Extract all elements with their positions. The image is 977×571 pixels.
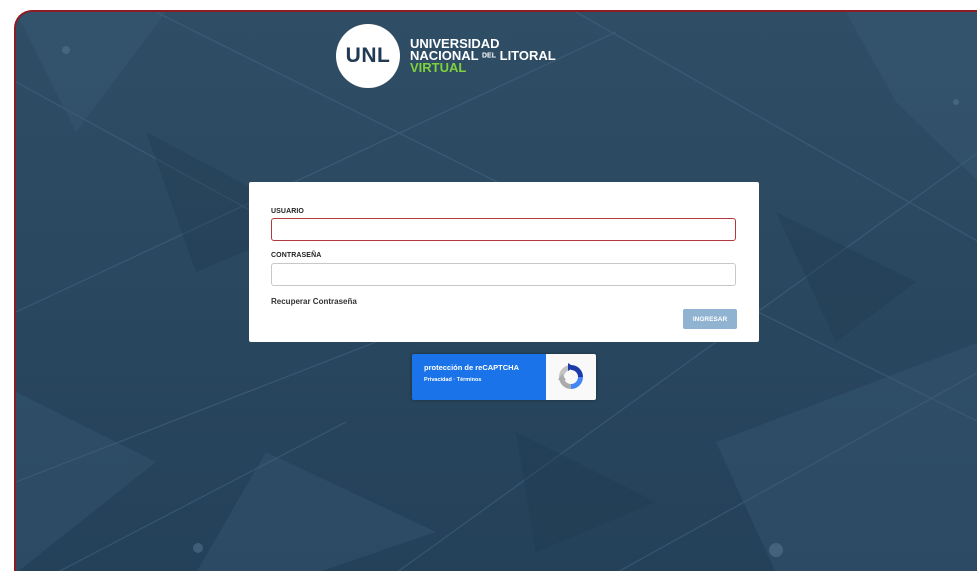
unl-logo: UNL [336,24,400,88]
recaptcha-text-panel: protección de reCAPTCHA Privacidad · Tér… [412,354,546,400]
recaptcha-links[interactable]: Privacidad · Términos [424,377,546,383]
recaptcha-badge[interactable]: protección de reCAPTCHA Privacidad · Tér… [412,354,596,400]
logo-text: UNL [345,44,391,67]
browser-frame: UNL UNIVERSIDAD NACIONAL DEL LITORAL VIR… [0,0,977,571]
recaptcha-icon [546,354,596,400]
username-label: USUARIO [271,208,304,215]
password-label: CONTRASEÑA [271,252,322,259]
username-input[interactable] [271,218,736,241]
password-input[interactable] [271,263,736,286]
brand-line-2-small: DEL [482,52,496,60]
university-brand: UNL UNIVERSIDAD NACIONAL DEL LITORAL VIR… [336,24,556,88]
brand-line-2-end: LITORAL [499,47,556,63]
recover-password-link[interactable]: Recuperar Contraseña [271,297,357,306]
login-card: USUARIO CONTRASEÑA Recuperar Contraseña … [249,182,759,342]
login-button[interactable]: INGRESAR [683,309,737,329]
brand-name: UNIVERSIDAD NACIONAL DEL LITORAL VIRTUAL [410,37,556,76]
recaptcha-title: protección de reCAPTCHA [424,363,520,372]
login-page: UNL UNIVERSIDAD NACIONAL DEL LITORAL VIR… [14,10,977,571]
brand-line-3: VIRTUAL [410,60,467,76]
